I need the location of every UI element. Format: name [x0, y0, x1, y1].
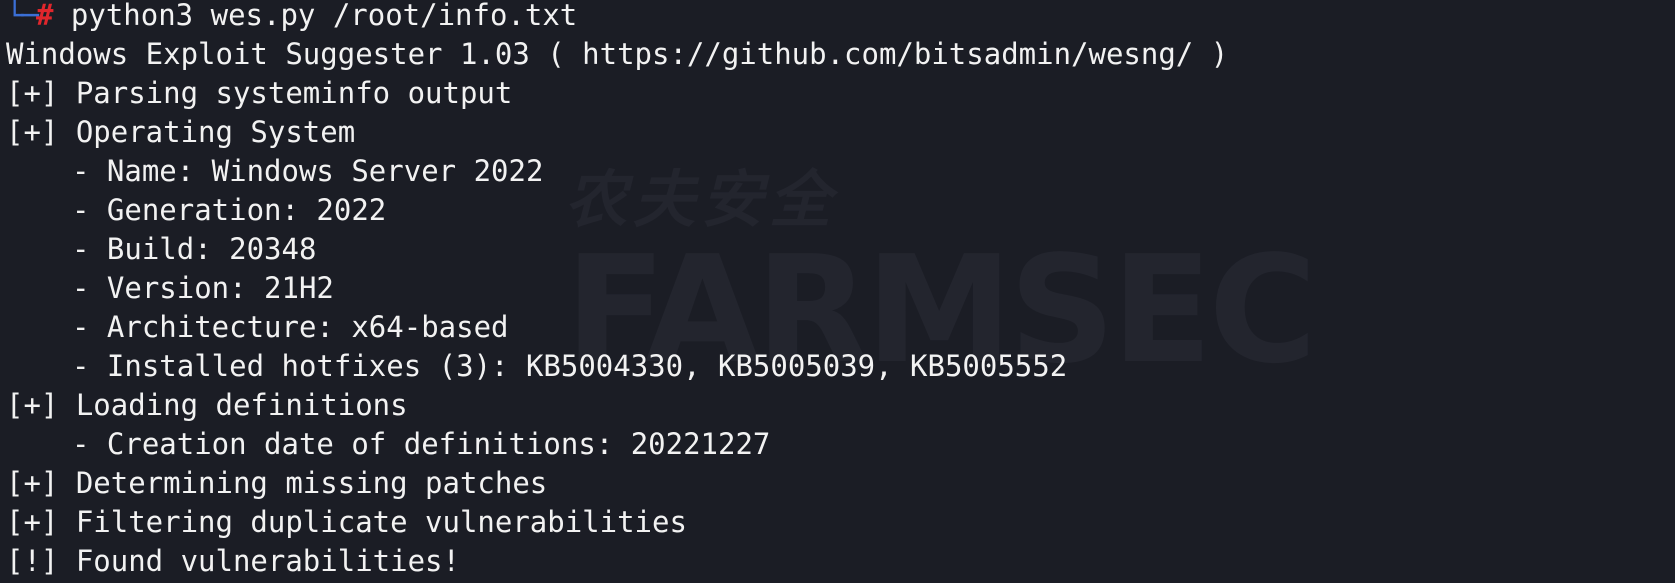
output-os-version-line: - Version: 21H2	[6, 269, 1675, 308]
output-os-hotfixes: - Installed hotfixes (3): KB5004330, KB5…	[72, 349, 1068, 383]
output-definitions-date: - Creation date of definitions: 20221227	[72, 427, 771, 461]
output-os-header: [+] Operating System	[6, 115, 356, 149]
output-loading: [+] Loading definitions	[6, 388, 408, 422]
output-os-generation: - Generation: 2022	[72, 193, 387, 227]
output-definitions-date-line: - Creation date of definitions: 20221227	[6, 425, 1675, 464]
prompt-hash-symbol: #	[36, 0, 54, 32]
output-filtering: [+] Filtering duplicate vulnerabilities	[6, 505, 687, 539]
output-os-build: - Build: 20348	[72, 232, 317, 266]
output-determining: [+] Determining missing patches	[6, 466, 548, 500]
output-parsing: [+] Parsing systeminfo output	[6, 76, 513, 110]
terminal-window[interactable]: 农夫安全 FARMSEC └─# python3 wes.py /root/in…	[0, 0, 1675, 583]
prompt-corner-icon: └─	[6, 0, 39, 32]
output-os-name: - Name: Windows Server 2022	[72, 154, 544, 188]
output-os-name-line: - Name: Windows Server 2022	[6, 152, 1675, 191]
output-banner: Windows Exploit Suggester 1.03 ( https:/…	[6, 37, 1229, 71]
output-found: [!] Found vulnerabilities!	[6, 544, 460, 578]
output-os-hotfixes-line: - Installed hotfixes (3): KB5004330, KB5…	[6, 347, 1675, 386]
command-line: └─# python3 wes.py /root/info.txt	[6, 0, 1675, 35]
output-os-arch: - Architecture: x64-based	[72, 310, 509, 344]
output-os-version: - Version: 21H2	[72, 271, 334, 305]
output-os-generation-line: - Generation: 2022	[6, 191, 1675, 230]
output-os-build-line: - Build: 20348	[6, 230, 1675, 269]
command-text: python3 wes.py /root/info.txt	[53, 0, 578, 32]
output-os-arch-line: - Architecture: x64-based	[6, 308, 1675, 347]
